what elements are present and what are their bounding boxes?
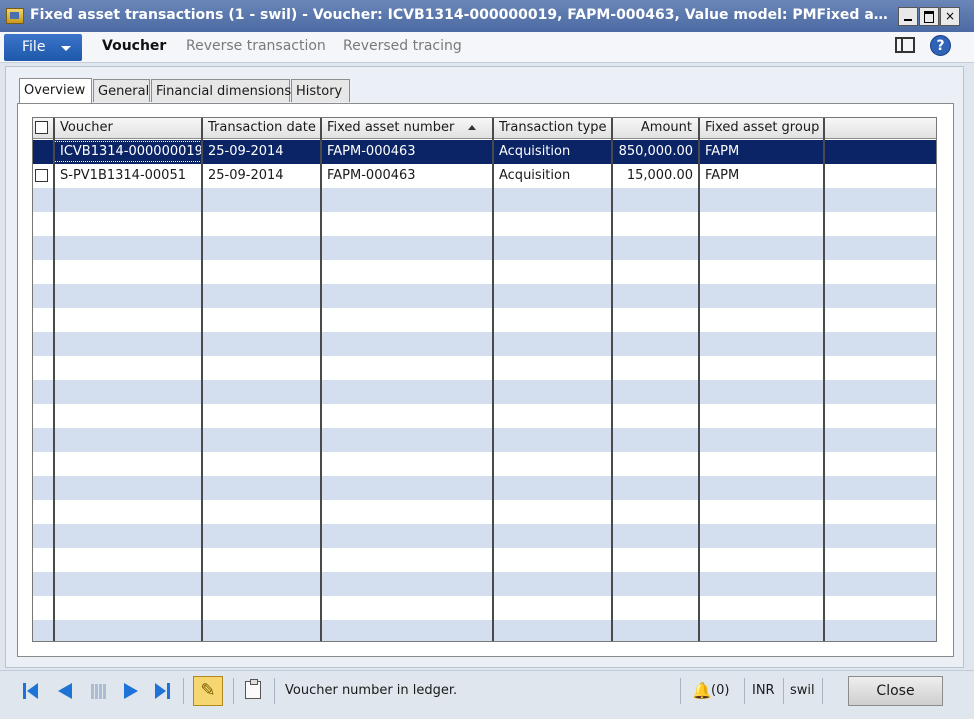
previous-record-icon[interactable] (58, 682, 74, 700)
file-label: File (22, 39, 46, 55)
ribbon-tab-reversed-tracing[interactable]: Reversed tracing (343, 38, 462, 54)
empty-row (33, 500, 936, 524)
tab-overview[interactable]: Overview (19, 78, 92, 103)
cell-fixed-asset-group[interactable]: FAPM (699, 140, 824, 164)
column-header-fixed-asset-number-label: Fixed asset number (327, 120, 455, 135)
empty-row (33, 572, 936, 596)
column-divider (611, 118, 613, 641)
ribbon-tab-voucher[interactable]: Voucher (102, 38, 166, 54)
column-divider (201, 118, 203, 641)
cell-transaction-date[interactable]: 25-09-2014 (202, 140, 321, 164)
separator (822, 678, 823, 704)
table-row[interactable]: S-PV1B1314-00051 25-09-2014 FAPM-000463 … (33, 164, 936, 188)
column-header-fixed-asset-number[interactable]: Fixed asset number (321, 118, 493, 139)
empty-row (33, 236, 936, 260)
column-header-empty (824, 118, 936, 139)
table-row[interactable]: ICVB1314-000000019 25-09-2014 FAPM-00046… (33, 140, 936, 164)
field-help-text: Voucher number in ledger. (285, 683, 458, 698)
last-record-icon[interactable] (155, 682, 171, 700)
empty-row (33, 284, 936, 308)
next-record-icon[interactable] (124, 682, 140, 700)
chevron-down-icon (61, 46, 71, 51)
separator (183, 678, 184, 704)
empty-row (33, 404, 936, 428)
close-button[interactable]: Close (848, 676, 943, 706)
separator (744, 678, 745, 704)
tab-financial-dimensions[interactable]: Financial dimensions (151, 79, 291, 102)
cell-voucher[interactable]: S-PV1B1314-00051 (54, 164, 202, 188)
column-divider (320, 118, 322, 641)
tab-history[interactable]: History (291, 79, 350, 102)
file-menu-button[interactable]: File (4, 34, 82, 61)
company-indicator[interactable]: swil (790, 683, 815, 698)
cell-transaction-type[interactable]: Acquisition (493, 164, 612, 188)
first-record-icon[interactable] (23, 682, 39, 700)
empty-row (33, 428, 936, 452)
column-header-fixed-asset-group[interactable]: Fixed asset group (699, 118, 824, 139)
help-icon[interactable]: ? (930, 35, 951, 56)
separator (783, 678, 784, 704)
empty-row (33, 620, 936, 641)
empty-row (33, 548, 936, 572)
column-header-transaction-type[interactable]: Transaction type (493, 118, 612, 139)
column-divider (53, 118, 55, 641)
cell-fixed-asset-number[interactable]: FAPM-000463 (321, 164, 493, 188)
column-header-amount[interactable]: Amount (612, 118, 699, 139)
cell-fixed-asset-number[interactable]: FAPM-000463 (321, 140, 493, 164)
minimize-button[interactable] (898, 7, 918, 26)
tab-general[interactable]: General (93, 79, 150, 102)
cell-transaction-type[interactable]: Acquisition (493, 140, 612, 164)
empty-row (33, 596, 936, 620)
column-divider (492, 118, 494, 641)
row-select-checkbox[interactable] (35, 169, 48, 182)
sort-ascending-icon (468, 125, 476, 130)
cell-amount[interactable]: 15,000.00 (612, 164, 699, 188)
header-select-all (33, 118, 54, 139)
notification-bell-icon[interactable]: 🔔 (692, 681, 712, 700)
cell-voucher[interactable]: ICVB1314-000000019 (54, 140, 202, 164)
grid-view-icon[interactable] (91, 684, 106, 699)
ribbon-tab-reverse-transaction[interactable]: Reverse transaction (186, 38, 326, 54)
notification-count: (0) (711, 683, 730, 698)
maximize-button[interactable] (919, 7, 939, 26)
empty-row (33, 212, 936, 236)
empty-row (33, 476, 936, 500)
app-icon (6, 8, 24, 24)
empty-row (33, 524, 936, 548)
select-all-checkbox[interactable] (35, 121, 48, 134)
empty-row (33, 260, 936, 284)
empty-row (33, 188, 936, 212)
empty-row (33, 380, 936, 404)
column-divider (698, 118, 700, 641)
title-bar: Fixed asset transactions (1 - swil) - Vo… (0, 0, 974, 32)
edit-pencil-icon[interactable]: ✎ (193, 676, 223, 706)
column-header-voucher[interactable]: Voucher (54, 118, 202, 139)
currency-indicator: INR (752, 683, 775, 698)
empty-row (33, 452, 936, 476)
cell-transaction-date[interactable]: 25-09-2014 (202, 164, 321, 188)
empty-row (33, 332, 936, 356)
status-bar (0, 670, 974, 719)
layout-icon[interactable] (895, 37, 915, 53)
empty-row (33, 356, 936, 380)
column-divider (823, 118, 825, 641)
column-header-transaction-date[interactable]: Transaction date (202, 118, 321, 139)
empty-row (33, 308, 936, 332)
separator (680, 678, 681, 704)
cell-fixed-asset-group[interactable]: FAPM (699, 164, 824, 188)
attachments-icon[interactable] (245, 679, 261, 699)
close-window-button[interactable]: × (940, 7, 960, 26)
window-title: Fixed asset transactions (1 - swil) - Vo… (30, 7, 892, 23)
separator (233, 678, 234, 704)
separator (274, 678, 275, 704)
transactions-grid: Voucher Transaction date Fixed asset num… (32, 117, 937, 642)
cell-amount[interactable]: 850,000.00 (612, 140, 699, 164)
